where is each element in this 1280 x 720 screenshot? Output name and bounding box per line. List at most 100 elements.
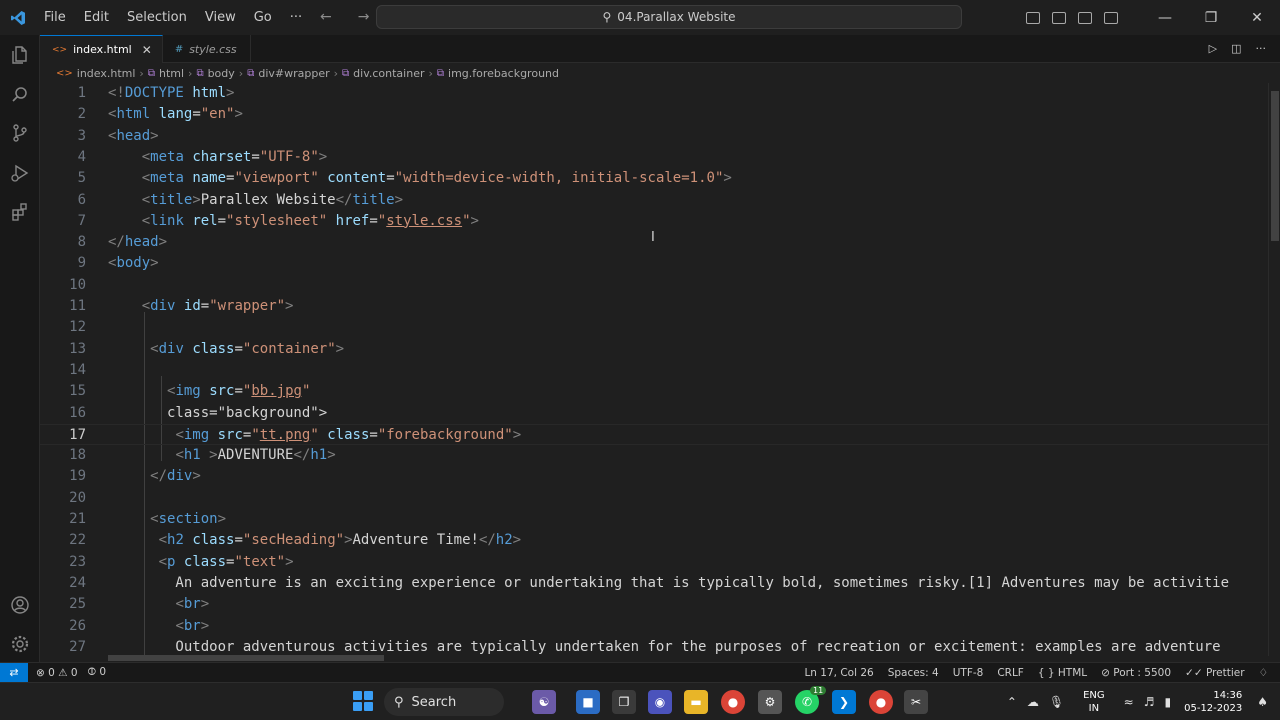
command-center[interactable]: ⚲ 04.Parallax Website bbox=[376, 5, 962, 29]
code-line[interactable]: 18 <h1 >ADVENTURE</h1> bbox=[40, 445, 1268, 466]
toggle-primary-sidebar-icon[interactable] bbox=[1026, 11, 1040, 24]
code-line[interactable]: 7 <link rel="stylesheet" href="style.css… bbox=[40, 211, 1268, 232]
code-line[interactable]: 17 <img src="tt.png" class="forebackgrou… bbox=[40, 423, 1268, 445]
close-tab-icon[interactable]: ✕ bbox=[142, 43, 152, 57]
run-icon[interactable]: ▷ bbox=[1209, 42, 1217, 55]
cursor-position[interactable]: Ln 17, Col 26 bbox=[804, 667, 873, 679]
accounts-icon[interactable] bbox=[8, 593, 32, 617]
forward-arrow-icon[interactable]: → bbox=[358, 9, 370, 25]
code-line[interactable]: 5 <meta name="viewport" content="width=d… bbox=[40, 168, 1268, 189]
line-number: 15 bbox=[69, 383, 86, 400]
customize-layout-icon[interactable] bbox=[1104, 11, 1118, 24]
ports-indicator[interactable]: ⦷ 0 bbox=[88, 666, 106, 679]
teams-chat-icon[interactable]: ◉ bbox=[648, 690, 672, 714]
toggle-secondary-sidebar-icon[interactable] bbox=[1078, 11, 1092, 24]
horizontal-scrollbar-thumb[interactable] bbox=[108, 655, 384, 661]
code-line[interactable]: 6 <title>Parallex Website</title> bbox=[40, 190, 1268, 211]
code-line[interactable]: 27 Outdoor adventurous activities are ty… bbox=[40, 637, 1268, 656]
encoding[interactable]: UTF-8 bbox=[953, 667, 984, 679]
code-text: <section> bbox=[150, 511, 227, 527]
breadcrumb-item[interactable]: ⧉ img.forebackground bbox=[437, 67, 559, 80]
code-line[interactable]: 16 class="background"> bbox=[40, 403, 1268, 424]
menu-view[interactable]: View bbox=[196, 10, 245, 25]
remote-indicator-icon[interactable]: ⇄ bbox=[0, 662, 28, 683]
code-line[interactable]: 3 <head> bbox=[40, 126, 1268, 147]
microphone-icon[interactable]: 🎙 bbox=[1049, 695, 1064, 709]
source-control-icon[interactable] bbox=[8, 121, 32, 145]
language-indicator[interactable]: ENG IN bbox=[1083, 689, 1105, 715]
menu-go[interactable]: Go bbox=[245, 10, 281, 25]
end-of-line[interactable]: CRLF bbox=[997, 667, 1024, 679]
breadcrumb-item[interactable]: ⧉ body bbox=[196, 67, 234, 80]
code-line[interactable]: 12 bbox=[40, 317, 1268, 338]
breadcrumb-item[interactable]: ⧉ div#wrapper bbox=[247, 67, 329, 80]
code-line[interactable]: 11 <div id="wrapper"> bbox=[40, 296, 1268, 317]
run-debug-icon[interactable] bbox=[8, 161, 32, 185]
vscode-taskbar-icon[interactable]: ❯ bbox=[832, 690, 856, 714]
menu-selection[interactable]: Selection bbox=[118, 10, 196, 25]
code-line[interactable]: 9 <body> bbox=[40, 253, 1268, 274]
breadcrumb-item[interactable]: <> index.html bbox=[56, 67, 135, 80]
code-line[interactable]: 15 <img src="bb.jpg" bbox=[40, 381, 1268, 402]
widgets-icon[interactable]: ■ bbox=[576, 690, 600, 714]
notifications-bell-icon[interactable]: ♢ bbox=[1259, 667, 1268, 679]
code-line[interactable]: 2 <html lang="en"> bbox=[40, 104, 1268, 125]
code-line[interactable]: 1 <!DOCTYPE html> bbox=[40, 83, 1268, 104]
code-line[interactable]: 20 bbox=[40, 488, 1268, 509]
breadcrumb-item[interactable]: ⧉ html bbox=[148, 67, 184, 80]
snipping-tool-icon[interactable]: ✂ bbox=[904, 690, 928, 714]
chevron-up-icon[interactable]: ⌃ bbox=[1007, 695, 1017, 709]
clock[interactable]: 14:36 05-12-2023 bbox=[1184, 689, 1242, 715]
menu-edit[interactable]: Edit bbox=[75, 10, 118, 25]
scrollbar-thumb[interactable] bbox=[1271, 91, 1279, 241]
chrome-icon[interactable]: ● bbox=[721, 690, 745, 714]
explorer-icon[interactable] bbox=[8, 43, 32, 67]
taskbar-search[interactable]: ⚲ Search bbox=[384, 688, 504, 716]
settings-icon[interactable]: ⚙ bbox=[758, 690, 782, 714]
code-line[interactable]: 23 <p class="text"> bbox=[40, 552, 1268, 573]
battery-icon[interactable]: ▮ bbox=[1165, 695, 1172, 709]
search-icon[interactable] bbox=[8, 83, 32, 107]
indentation[interactable]: Spaces: 4 bbox=[888, 667, 939, 679]
wifi-icon[interactable]: ≈ bbox=[1124, 695, 1134, 709]
maximize-button[interactable]: ❐ bbox=[1188, 0, 1234, 35]
code-line[interactable]: 14 bbox=[40, 360, 1268, 381]
task-view-icon[interactable]: ❐ bbox=[612, 690, 636, 714]
volume-icon[interactable]: ♬ bbox=[1144, 695, 1155, 709]
code-line[interactable]: 13 <div class="container"> bbox=[40, 339, 1268, 360]
problems-indicator[interactable]: ⊗ 0 ⚠ 0 bbox=[36, 667, 78, 679]
tab-index-html[interactable]: <> index.html ✕ bbox=[40, 35, 163, 63]
code-line[interactable]: 22 <h2 class="secHeading">Adventure Time… bbox=[40, 530, 1268, 551]
notification-bell-icon[interactable]: ♠ bbox=[1257, 695, 1268, 709]
minimize-button[interactable]: — bbox=[1142, 0, 1188, 35]
language-mode[interactable]: { } HTML bbox=[1038, 667, 1087, 679]
toggle-panel-icon[interactable] bbox=[1052, 11, 1066, 24]
chrome-profile-icon[interactable]: ● bbox=[869, 690, 893, 714]
code-line[interactable]: 24 An adventure is an exciting experienc… bbox=[40, 573, 1268, 594]
code-line[interactable]: 21 <section> bbox=[40, 509, 1268, 530]
menu-more[interactable]: ··· bbox=[281, 10, 311, 25]
windows-start-icon[interactable] bbox=[353, 691, 373, 711]
tab-style-css[interactable]: # style.css bbox=[163, 35, 251, 63]
breadcrumb-item[interactable]: ⧉ div.container bbox=[342, 67, 424, 80]
code-text: <h2 class="secHeading">Adventure Time!</… bbox=[158, 532, 522, 549]
code-line[interactable]: 4 <meta charset="UTF-8"> bbox=[40, 147, 1268, 168]
code-line[interactable]: 19 </div> bbox=[40, 466, 1268, 487]
search-highlights-icon[interactable]: ☯ bbox=[532, 690, 556, 714]
close-window-button[interactable]: ✕ bbox=[1234, 0, 1280, 35]
onedrive-icon[interactable]: ☁ bbox=[1027, 695, 1039, 709]
extensions-icon[interactable] bbox=[8, 200, 32, 224]
code-line[interactable]: 26 <br> bbox=[40, 616, 1268, 637]
code-line[interactable]: 10 bbox=[40, 275, 1268, 296]
live-server-port[interactable]: ⊘ Port : 5500 bbox=[1101, 667, 1171, 679]
file-explorer-icon[interactable]: ▬ bbox=[684, 690, 708, 714]
back-arrow-icon[interactable]: ← bbox=[320, 9, 332, 25]
code-editor[interactable]: 1 <!DOCTYPE html> 2 <html lang="en"> 3 <head>… bbox=[40, 83, 1268, 656]
settings-gear-icon[interactable] bbox=[8, 632, 32, 656]
menu-file[interactable]: File bbox=[35, 10, 75, 25]
vertical-scrollbar[interactable] bbox=[1268, 83, 1280, 656]
code-line[interactable]: 25 <br> bbox=[40, 594, 1268, 615]
prettier-status[interactable]: ✓✓ Prettier bbox=[1185, 667, 1245, 679]
more-actions-icon[interactable]: ··· bbox=[1256, 42, 1267, 55]
split-editor-icon[interactable]: ◫ bbox=[1231, 42, 1241, 55]
